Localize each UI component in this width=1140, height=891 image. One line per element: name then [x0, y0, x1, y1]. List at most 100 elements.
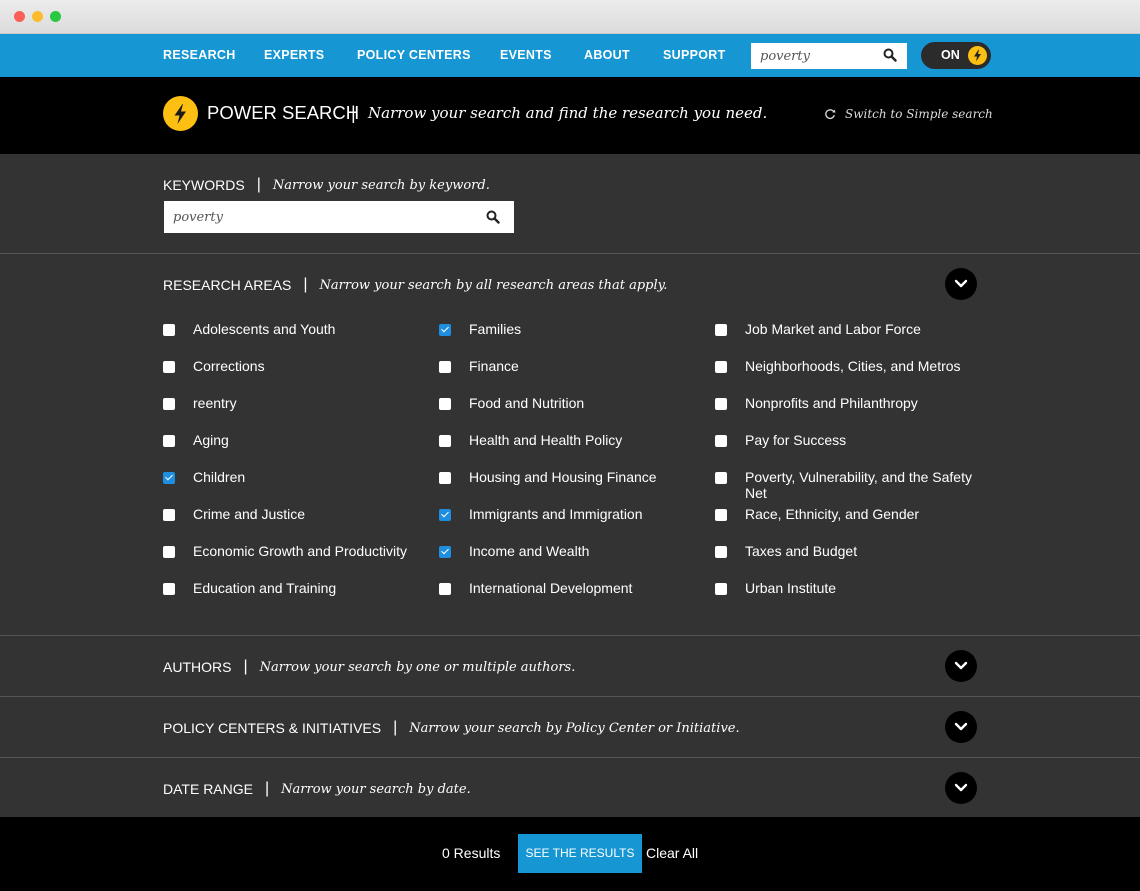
- nav-about[interactable]: ABOUT: [584, 34, 630, 77]
- checkbox-unchecked[interactable]: [715, 324, 727, 336]
- see-results-button[interactable]: SEE THE RESULTS: [518, 834, 642, 873]
- checkbox-unchecked[interactable]: [163, 324, 175, 336]
- research-area-checkbox-item[interactable]: Nonprofits and Philanthropy: [715, 395, 985, 411]
- research-area-checkbox-item[interactable]: Taxes and Budget: [715, 543, 985, 559]
- research-area-checkbox-item[interactable]: Children: [163, 469, 433, 485]
- research-area-label: Neighborhoods, Cities, and Metros: [745, 358, 961, 374]
- research-area-checkbox-item[interactable]: Urban Institute: [715, 580, 985, 596]
- policy-centers-hint: Narrow your search by Policy Center or I…: [409, 720, 740, 736]
- nav-research[interactable]: RESEARCH: [163, 34, 236, 77]
- checkbox-unchecked[interactable]: [163, 435, 175, 447]
- clear-all-link[interactable]: Clear All: [646, 845, 698, 861]
- research-area-checkbox-item[interactable]: Neighborhoods, Cities, and Metros: [715, 358, 985, 374]
- research-area-label: Immigrants and Immigration: [469, 506, 643, 522]
- research-area-label: Families: [469, 321, 522, 337]
- keywords-hint: Narrow your search by keyword.: [272, 177, 490, 193]
- nav-support[interactable]: SUPPORT: [663, 34, 726, 77]
- search-icon[interactable]: [883, 48, 897, 67]
- date-range-heading[interactable]: DATE RANGE | Narrow your search by date.: [163, 780, 471, 798]
- research-area-checkbox-item[interactable]: Families: [439, 321, 709, 337]
- research-areas-expand-button[interactable]: [945, 268, 977, 300]
- authors-section: AUTHORS | Narrow your search by one or m…: [0, 636, 1140, 697]
- research-area-checkbox-item[interactable]: Adolescents and Youth: [163, 321, 433, 337]
- research-area-checkbox-item[interactable]: Corrections: [163, 358, 433, 374]
- checkbox-unchecked[interactable]: [439, 361, 451, 373]
- power-search-toggle[interactable]: ON: [921, 42, 991, 69]
- keywords-separator: |: [256, 176, 261, 193]
- date-range-section: DATE RANGE | Narrow your search by date.: [0, 758, 1140, 819]
- nav-policy-centers[interactable]: POLICY CENTERS: [357, 34, 471, 77]
- research-area-label: Children: [193, 469, 246, 485]
- checkbox-unchecked[interactable]: [439, 472, 451, 484]
- policy-centers-section: POLICY CENTERS & INITIATIVES | Narrow yo…: [0, 697, 1140, 758]
- checkbox-unchecked[interactable]: [439, 398, 451, 410]
- authors-expand-button[interactable]: [945, 650, 977, 682]
- keyword-search-box: [164, 201, 514, 233]
- checkbox-unchecked[interactable]: [163, 361, 175, 373]
- checkbox-checked[interactable]: [439, 324, 451, 336]
- authors-heading[interactable]: AUTHORS | Narrow your search by one or m…: [163, 658, 575, 676]
- research-area-checkbox-item[interactable]: Income and Wealth: [439, 543, 709, 559]
- results-footer: 0 Results SEE THE RESULTS Clear All: [0, 817, 1140, 891]
- research-area-label: Aging: [193, 432, 229, 448]
- policy-centers-separator: |: [393, 719, 398, 736]
- research-area-checkbox-item[interactable]: Crime and Justice: [163, 506, 433, 522]
- research-areas-section: RESEARCH AREAS | Narrow your search by a…: [0, 254, 1140, 636]
- research-area-label: Economic Growth and Productivity: [193, 543, 407, 559]
- checkbox-checked[interactable]: [439, 509, 451, 521]
- research-area-checkbox-item[interactable]: Aging: [163, 432, 433, 448]
- research-area-checkbox-item[interactable]: Housing and Housing Finance: [439, 469, 709, 485]
- switch-simple-search-link[interactable]: Switch to Simple search: [824, 107, 993, 121]
- keywords-label: KEYWORDS: [163, 177, 245, 193]
- nav-experts[interactable]: EXPERTS: [264, 34, 324, 77]
- checkbox-unchecked[interactable]: [715, 546, 727, 558]
- chevron-down-icon: [954, 661, 968, 670]
- window-minimize-dot[interactable]: [32, 11, 43, 22]
- checkbox-checked[interactable]: [163, 472, 175, 484]
- checkbox-unchecked[interactable]: [163, 509, 175, 521]
- checkbox-unchecked[interactable]: [715, 435, 727, 447]
- window-close-dot[interactable]: [14, 11, 25, 22]
- power-search-header: POWER SEARCH | Narrow your search and fi…: [0, 77, 1140, 154]
- policy-centers-heading[interactable]: POLICY CENTERS & INITIATIVES | Narrow yo…: [163, 719, 740, 737]
- page-subtitle: Narrow your search and find the research…: [368, 104, 768, 122]
- checkbox-unchecked[interactable]: [715, 583, 727, 595]
- research-area-checkbox-item[interactable]: Education and Training: [163, 580, 433, 596]
- research-area-checkbox-item[interactable]: International Development: [439, 580, 709, 596]
- toggle-label: ON: [941, 48, 960, 62]
- research-area-label: Job Market and Labor Force: [745, 321, 921, 337]
- checkbox-unchecked[interactable]: [163, 398, 175, 410]
- nav-events[interactable]: EVENTS: [500, 34, 552, 77]
- nav-search-input[interactable]: [751, 43, 871, 69]
- research-area-checkbox-item[interactable]: Job Market and Labor Force: [715, 321, 985, 337]
- keyword-search-input[interactable]: [164, 201, 464, 233]
- chevron-down-icon: [954, 722, 968, 731]
- research-area-checkbox-item[interactable]: Finance: [439, 358, 709, 374]
- checkbox-checked[interactable]: [439, 546, 451, 558]
- policy-centers-expand-button[interactable]: [945, 711, 977, 743]
- research-area-checkbox-item[interactable]: Economic Growth and Productivity: [163, 543, 433, 559]
- search-icon[interactable]: [486, 210, 500, 229]
- research-area-label: Taxes and Budget: [745, 543, 858, 559]
- checkbox-unchecked[interactable]: [163, 583, 175, 595]
- checkbox-unchecked[interactable]: [715, 398, 727, 410]
- research-area-label: Food and Nutrition: [469, 395, 585, 411]
- authors-separator: |: [243, 658, 248, 675]
- research-area-checkbox-item[interactable]: Food and Nutrition: [439, 395, 709, 411]
- research-area-checkbox-item[interactable]: Poverty, Vulnerability, and the Safety N…: [715, 469, 985, 501]
- checkbox-unchecked[interactable]: [163, 546, 175, 558]
- research-area-checkbox-item[interactable]: Health and Health Policy: [439, 432, 709, 448]
- date-range-expand-button[interactable]: [945, 772, 977, 804]
- date-range-hint: Narrow your search by date.: [281, 781, 471, 797]
- keywords-heading: KEYWORDS | Narrow your search by keyword…: [163, 176, 490, 194]
- research-area-checkbox-item[interactable]: reentry: [163, 395, 433, 411]
- research-area-checkbox-item[interactable]: Immigrants and Immigration: [439, 506, 709, 522]
- checkbox-unchecked[interactable]: [715, 361, 727, 373]
- checkbox-unchecked[interactable]: [715, 472, 727, 484]
- research-area-checkbox-item[interactable]: Race, Ethnicity, and Gender: [715, 506, 985, 522]
- checkbox-unchecked[interactable]: [715, 509, 727, 521]
- checkbox-unchecked[interactable]: [439, 435, 451, 447]
- research-area-checkbox-item[interactable]: Pay for Success: [715, 432, 985, 448]
- window-zoom-dot[interactable]: [50, 11, 61, 22]
- checkbox-unchecked[interactable]: [439, 583, 451, 595]
